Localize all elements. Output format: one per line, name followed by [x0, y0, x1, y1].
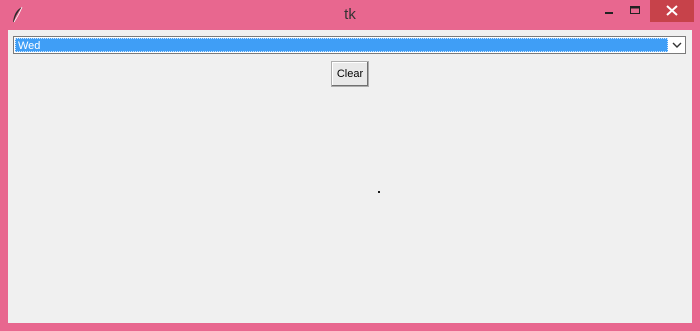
day-combobox[interactable]: Wed	[13, 36, 686, 54]
client-area: Wed Clear	[8, 30, 692, 323]
maximize-icon	[622, 6, 648, 26]
chevron-down-icon[interactable]	[669, 37, 685, 53]
app-window: tk Wed Clear	[0, 0, 700, 331]
close-icon	[650, 5, 694, 26]
minimize-icon	[596, 9, 622, 26]
clear-button[interactable]: Clear	[331, 61, 369, 87]
combobox-value[interactable]: Wed	[15, 38, 668, 52]
maximize-button[interactable]	[622, 0, 648, 22]
window-title: tk	[344, 6, 356, 23]
close-button[interactable]	[650, 0, 694, 22]
canvas-dot	[378, 191, 380, 193]
title-bar[interactable]: tk	[0, 0, 700, 30]
minimize-button[interactable]	[596, 0, 622, 22]
